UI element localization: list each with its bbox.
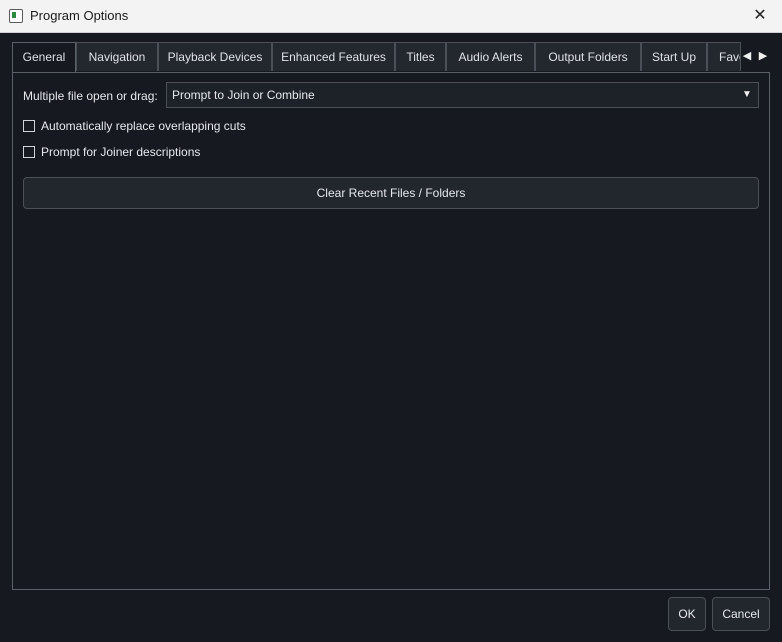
tab-enhanced-features[interactable]: Enhanced Features: [272, 42, 395, 71]
multi-open-value: Prompt to Join or Combine: [172, 88, 315, 102]
tab-favorites[interactable]: Favo: [707, 42, 741, 71]
cancel-button[interactable]: Cancel: [712, 597, 770, 631]
tab-output-folders[interactable]: Output Folders: [535, 42, 641, 71]
tab-titles[interactable]: Titles: [395, 42, 446, 71]
checkbox-box[interactable]: [23, 120, 35, 132]
tab-bar: General Navigation Playback Devices Enha…: [12, 42, 770, 73]
tab-navigation[interactable]: Navigation: [76, 42, 158, 71]
multi-open-label: Multiple file open or drag:: [23, 89, 158, 103]
general-tab-panel: Multiple file open or drag: Prompt to Jo…: [12, 72, 770, 590]
tab-start-up[interactable]: Start Up: [641, 42, 707, 71]
joiner-descriptions-checkbox[interactable]: Prompt for Joiner descriptions: [23, 144, 423, 160]
ok-button[interactable]: OK: [668, 597, 706, 631]
checkbox-label: Prompt for Joiner descriptions: [41, 145, 201, 159]
multi-open-dropdown[interactable]: Prompt to Join or Combine ▼: [166, 82, 759, 108]
title-bar: Program Options ✕: [0, 0, 782, 33]
replace-overlapping-cuts-checkbox[interactable]: Automatically replace overlapping cuts: [23, 118, 423, 134]
tab-scroll-right-icon[interactable]: ▶: [756, 48, 770, 64]
chevron-down-icon: ▼: [742, 89, 752, 100]
close-icon[interactable]: ✕: [748, 4, 772, 28]
window-title: Program Options: [30, 8, 129, 23]
tab-general[interactable]: General: [12, 42, 76, 73]
checkbox-label: Automatically replace overlapping cuts: [41, 119, 246, 133]
tab-audio-alerts[interactable]: Audio Alerts: [446, 42, 535, 71]
app-window-icon: [9, 9, 23, 23]
tab-playback-devices[interactable]: Playback Devices: [158, 42, 272, 71]
clear-recent-button[interactable]: Clear Recent Files / Folders: [23, 177, 759, 209]
tab-scroll-left-icon[interactable]: ◀: [740, 48, 754, 64]
checkbox-box[interactable]: [23, 146, 35, 158]
